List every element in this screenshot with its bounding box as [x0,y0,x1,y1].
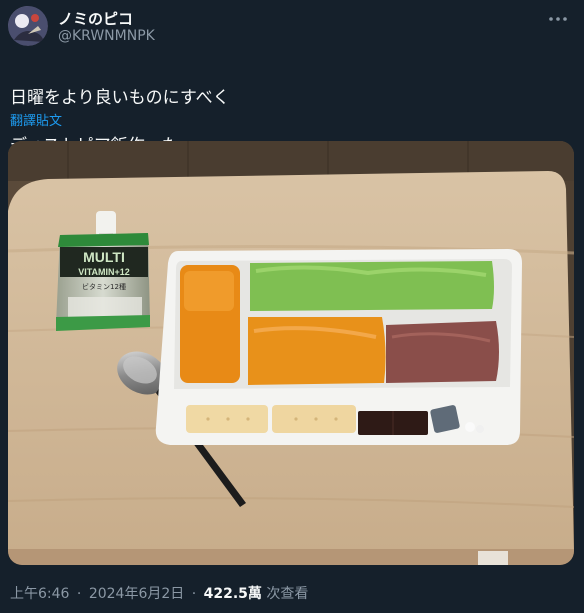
tweet: ノミのピコ @KRWNMNPK 日曜をより良いものにすべく ディストピア飯作った… [0,0,584,613]
translate-post-link[interactable]: 翻譯貼文 [10,110,62,129]
more-options-icon[interactable] [546,10,570,28]
display-name[interactable]: ノミのピコ [58,8,133,29]
views-label: 次查看 [266,586,309,602]
meta-separator-2: · [191,586,197,602]
tweet-meta: 上午6:46 · 2024年6月2日 · 422.5萬 次查看 [10,583,308,603]
user-handle[interactable]: @KRWNMNPK [58,28,155,44]
tweet-time[interactable]: 上午6:46 [10,586,69,602]
pouch-subtitle-text: VITAMIN+12 [78,267,130,277]
pouch-brand-text: MULTI [83,249,125,265]
pouch-jp-text: ビタミン12種 [82,282,126,291]
tweet-photo[interactable]: MULTI VITAMIN+12 ビタミン12種 [8,141,574,565]
meta-separator: · [76,586,82,602]
tweet-date[interactable]: 2024年6月2日 [89,586,184,602]
views-count: 422.5萬 [203,586,262,602]
tweet-header: ノミのピコ @KRWNMNPK [8,6,576,50]
tweet-text-line-1: 日曜をより良いものにすべく [10,88,230,108]
food-tray [155,249,522,445]
avatar[interactable] [8,6,48,46]
photo-illustration: MULTI VITAMIN+12 ビタミン12種 [8,141,574,565]
